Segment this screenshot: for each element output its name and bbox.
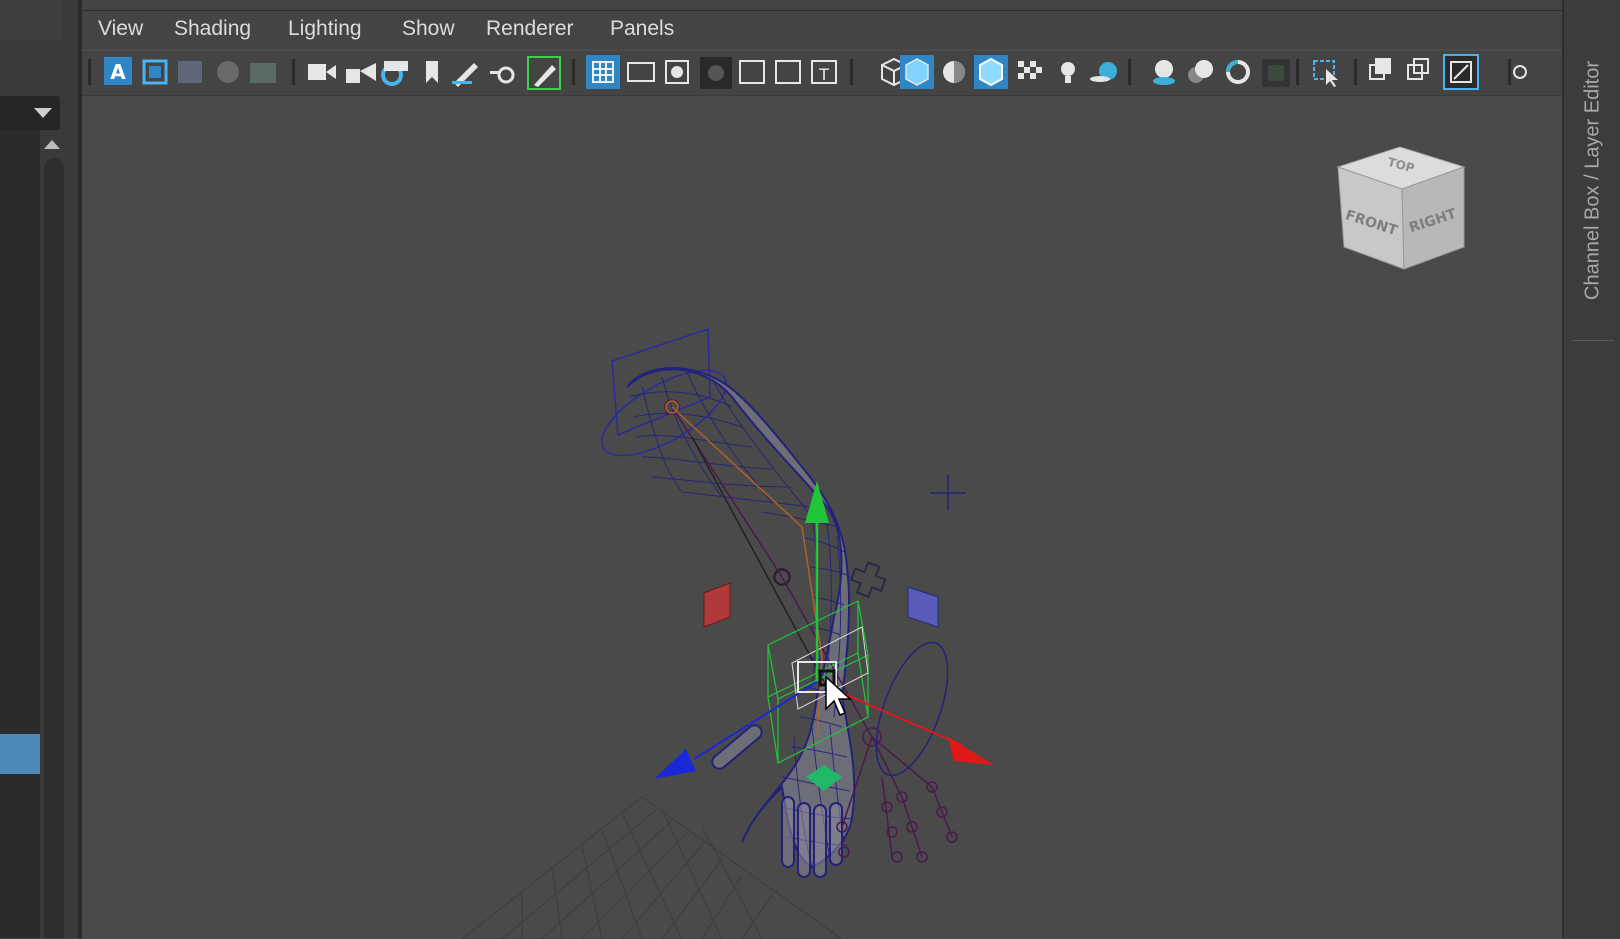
locator[interactable] xyxy=(930,475,966,511)
menu-panels[interactable]: Panels xyxy=(610,17,674,41)
safe-action-icon[interactable] xyxy=(775,60,801,84)
grid-icon[interactable] xyxy=(586,55,620,89)
right-side-panel: Channel Box / Layer Editor xyxy=(1562,0,1620,938)
left-panel-header xyxy=(0,0,62,40)
arm-mesh[interactable] xyxy=(626,367,856,869)
shadows-icon[interactable] xyxy=(1090,62,1117,82)
menu-lighting[interactable]: Lighting xyxy=(288,17,362,41)
svg-text:T: T xyxy=(818,65,829,84)
viewport-scene[interactable]: TOP FRONT RIGHT xyxy=(82,97,1562,939)
left-panel-list xyxy=(0,130,40,938)
grease-pencil-icon[interactable] xyxy=(490,66,515,84)
panel-toolbar: A T xyxy=(82,51,1562,96)
bookmark-icon[interactable] xyxy=(426,61,438,83)
isolate-select-icon[interactable] xyxy=(1313,60,1338,87)
left-scrollbar[interactable] xyxy=(44,158,64,938)
left-selected-item[interactable] xyxy=(0,734,40,774)
screen-space-ao-icon[interactable] xyxy=(1153,60,1175,85)
view-cube[interactable]: TOP FRONT RIGHT xyxy=(1336,146,1466,270)
menu-view[interactable]: View xyxy=(98,17,143,41)
2d-pan-zoom-icon[interactable] xyxy=(250,63,276,83)
scroll-up-icon[interactable] xyxy=(44,140,60,149)
bookmarks-icon[interactable] xyxy=(178,61,202,83)
more-options-icon[interactable] xyxy=(1513,65,1527,79)
anti-aliasing-icon[interactable] xyxy=(1226,60,1250,84)
chevron-down-icon xyxy=(34,108,52,118)
pencil-icon[interactable] xyxy=(452,63,478,87)
channel-box-tab-label: Channel Box / Layer Editor xyxy=(1581,60,1604,300)
paint-icon[interactable] xyxy=(527,56,561,90)
smooth-shade-icon[interactable] xyxy=(900,55,934,89)
lights-icon[interactable] xyxy=(1061,62,1075,83)
xray-icon[interactable] xyxy=(1369,58,1391,80)
left-dropdown[interactable] xyxy=(0,96,60,130)
left-panel xyxy=(0,0,82,938)
camera-settings-icon[interactable] xyxy=(381,61,408,86)
toolbar-icons: A T xyxy=(88,54,1527,90)
channel-box-tab[interactable]: Channel Box / Layer Editor xyxy=(1572,20,1614,341)
viewport-panel[interactable]: View Shading Lighting Show Renderer Pane… xyxy=(82,10,1562,939)
wireframe-on-shaded-icon[interactable] xyxy=(974,55,1008,89)
xray-joints-icon[interactable] xyxy=(1407,58,1429,80)
panel-menu-bar: View Shading Lighting Show Renderer Pane… xyxy=(82,11,1562,49)
menu-shading[interactable]: Shading xyxy=(174,17,251,41)
image-plane-icon[interactable] xyxy=(217,61,239,83)
menu-show[interactable]: Show xyxy=(402,17,455,41)
svg-text:A: A xyxy=(110,60,126,84)
camera-attributes-icon[interactable] xyxy=(142,59,168,85)
default-material-icon[interactable] xyxy=(943,61,965,83)
menu-renderer[interactable]: Renderer xyxy=(486,17,574,41)
blue-control[interactable] xyxy=(907,586,939,628)
field-chart-icon[interactable] xyxy=(739,60,765,84)
textured-icon[interactable] xyxy=(1018,61,1042,79)
plus-control[interactable] xyxy=(848,559,889,600)
camera-icon[interactable] xyxy=(308,64,336,80)
motion-blur-icon[interactable] xyxy=(1188,60,1213,83)
lock-camera-icon[interactable] xyxy=(346,63,376,83)
red-control[interactable] xyxy=(703,582,731,628)
backface-culling-icon[interactable] xyxy=(1443,54,1479,90)
select-camera-icon[interactable]: A xyxy=(104,57,132,85)
film-gate-icon[interactable] xyxy=(627,62,655,82)
